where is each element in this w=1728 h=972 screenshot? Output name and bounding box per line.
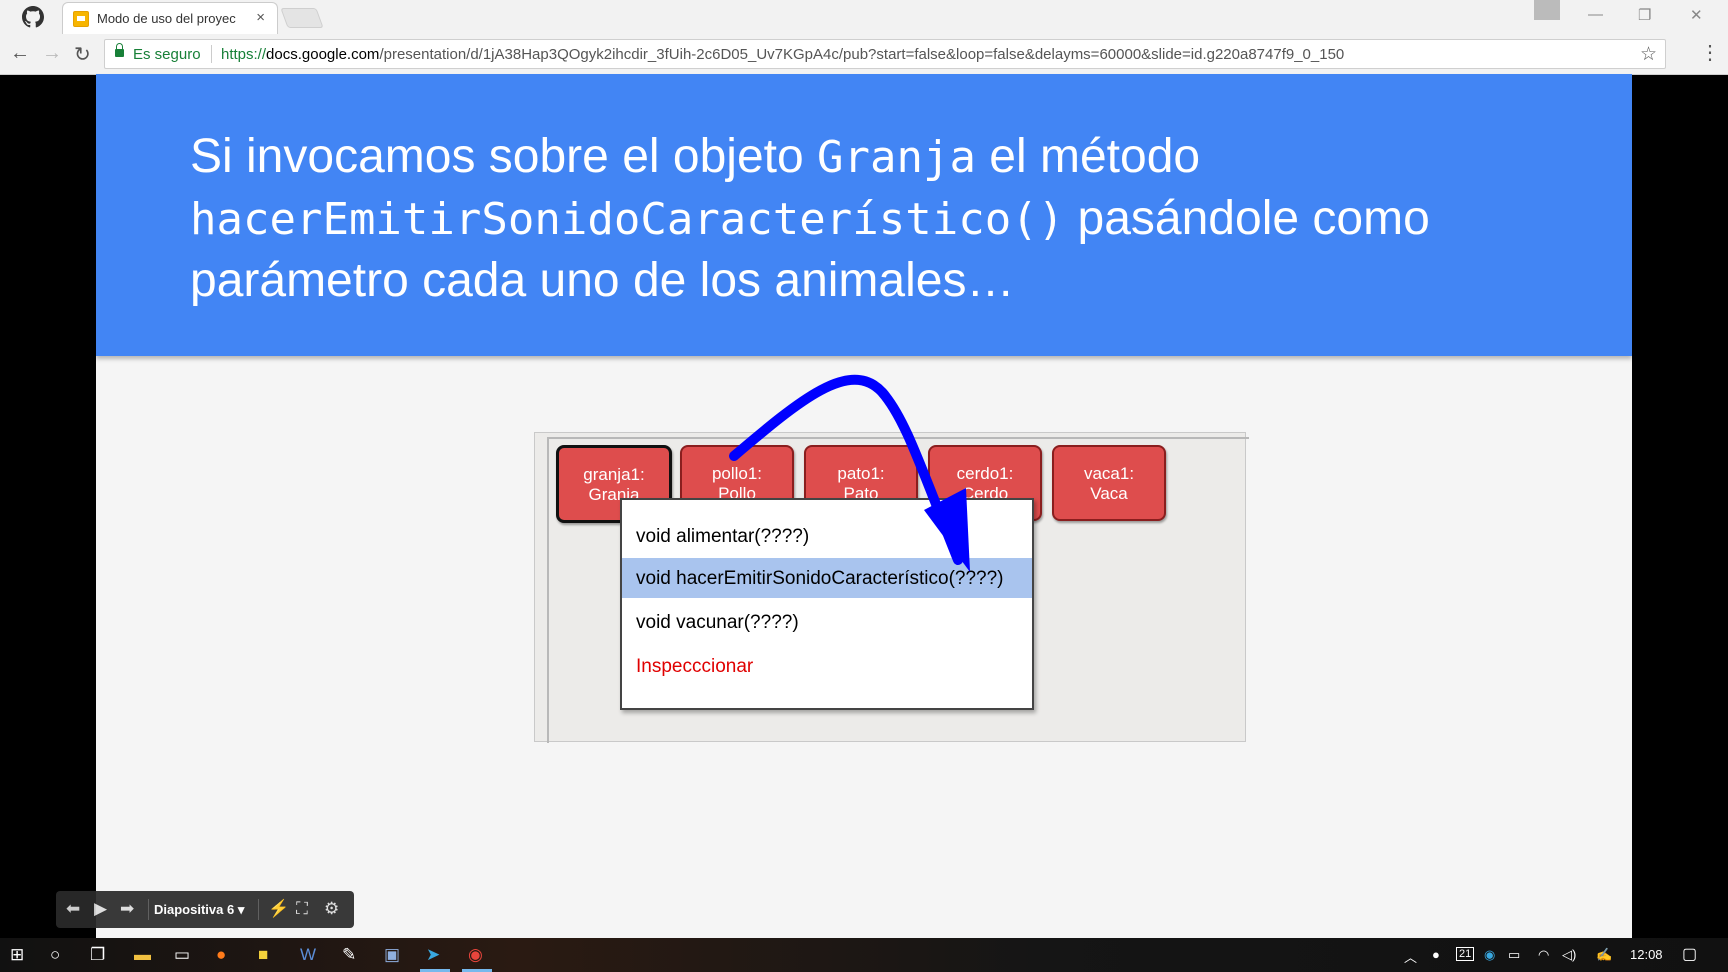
- chrome-menu-icon[interactable]: ⋮: [1700, 40, 1720, 65]
- security-label[interactable]: Es seguro: [133, 46, 201, 63]
- google-slides-icon: [73, 11, 89, 27]
- title-code-method: hacerEmitirSonidoCaracterístico(): [190, 194, 1065, 245]
- telegram-tray-icon[interactable]: ◉: [1484, 947, 1495, 963]
- sticky-notes-icon[interactable]: ■: [258, 945, 268, 965]
- divider: [258, 899, 259, 920]
- windows-start-icon[interactable]: ⊞: [10, 945, 24, 965]
- restore-icon[interactable]: ❐: [1638, 6, 1651, 24]
- new-tab-button[interactable]: [280, 8, 324, 28]
- github-icon[interactable]: [22, 6, 44, 28]
- slide-header: Si invocamos sobre el objeto Granja el m…: [96, 74, 1632, 356]
- object-name: vaca1:: [1083, 464, 1135, 483]
- volume-icon[interactable]: ◁): [1562, 947, 1576, 963]
- tab-strip: Modo de uso del proyec × — ❐ ✕: [0, 0, 1728, 35]
- lock-icon: [115, 43, 124, 57]
- word-icon[interactable]: W: [300, 945, 316, 965]
- slide-title: Si invocamos sobre el objeto Granja el m…: [190, 126, 1590, 311]
- app-icon[interactable]: ✎: [342, 945, 356, 965]
- browser-tab-active[interactable]: Modo de uso del proyec ×: [62, 2, 278, 35]
- laser-pointer-icon[interactable]: ⚡: [268, 899, 289, 919]
- title-text-2: el método: [975, 130, 1201, 183]
- menu-item-inspeccionar[interactable]: Inspecccionar: [622, 646, 1032, 686]
- clock[interactable]: 12:08: [1630, 947, 1663, 962]
- microphone-icon[interactable]: ●: [1432, 947, 1440, 962]
- profile-icon[interactable]: [1534, 0, 1560, 20]
- task-view-icon[interactable]: ❐: [90, 945, 105, 965]
- object-vaca1[interactable]: vaca1: Vaca: [1052, 445, 1166, 521]
- bookmark-star-icon[interactable]: ☆: [1640, 43, 1657, 66]
- menu-item-label: Inspecccionar: [636, 656, 754, 677]
- pen-icon[interactable]: ✍: [1596, 947, 1612, 963]
- play-icon[interactable]: ▶: [94, 899, 107, 919]
- previous-slide-icon[interactable]: ⬅: [66, 899, 80, 919]
- title-text-3: pasándole como: [1064, 192, 1430, 245]
- windows-taskbar: ⊞ ○ ❐ ▬ ▭ ● ■ W ✎ ▣ ➤ ◉ ︿ ● 21 ◉ ▭ ◠ ◁) …: [0, 938, 1728, 972]
- object-name: granja1:: [583, 465, 645, 484]
- bluej-icon[interactable]: ▣: [384, 945, 400, 965]
- calendar-badge[interactable]: 21: [1456, 947, 1475, 961]
- divider: [148, 899, 149, 920]
- settings-gear-icon[interactable]: ⚙: [324, 899, 339, 919]
- wifi-icon[interactable]: ◠: [1538, 947, 1549, 963]
- next-slide-icon[interactable]: ➡: [120, 899, 134, 919]
- menu-item-label: void vacunar(????): [636, 612, 799, 633]
- slide-selector[interactable]: Diapositiva 6 ▾: [154, 902, 244, 918]
- annotation-arrow: [729, 374, 970, 572]
- tab-close-icon[interactable]: ×: [256, 9, 265, 26]
- notifications-icon[interactable]: ▢: [1682, 944, 1697, 964]
- title-code-granja: Granja: [817, 132, 976, 183]
- slide-selector-label: Diapositiva 6: [154, 902, 235, 917]
- battery-icon[interactable]: ▭: [1508, 947, 1520, 963]
- tray-chevron-icon[interactable]: ︿: [1404, 947, 1417, 966]
- cortana-search-icon[interactable]: ○: [50, 945, 60, 965]
- back-arrow-icon[interactable]: ←: [10, 42, 30, 65]
- title-text-1: Si invocamos sobre el objeto: [190, 130, 817, 183]
- address-bar[interactable]: Es seguro https://docs.google.com/presen…: [104, 39, 1666, 69]
- tab-title: Modo de uso del proyec: [97, 11, 236, 26]
- url-scheme: https://: [221, 46, 267, 63]
- file-explorer-icon[interactable]: ▬: [134, 945, 151, 965]
- firefox-icon[interactable]: ●: [216, 945, 226, 965]
- fullscreen-icon[interactable]: ⛶: [296, 899, 308, 919]
- reload-icon[interactable]: ↻: [74, 42, 91, 67]
- arrow-shaft: [729, 374, 963, 565]
- browser-toolbar: ← → ↻ Es seguro https://docs.google.com/…: [0, 34, 1728, 75]
- window-close-icon[interactable]: ✕: [1690, 6, 1703, 24]
- presentation-toolbar: ⬅ ▶ ➡ Diapositiva 6 ▾ ⚡ ⛶ ⚙: [56, 891, 354, 928]
- url-text[interactable]: https://docs.google.com/presentation/d/1…: [221, 46, 1344, 63]
- menu-item-vacunar[interactable]: void vacunar(????): [622, 602, 1032, 642]
- url-host: docs.google.com: [266, 46, 380, 63]
- minimize-icon[interactable]: —: [1588, 6, 1603, 23]
- object-type: Vaca: [1090, 484, 1128, 503]
- forward-arrow-icon[interactable]: →: [42, 42, 62, 65]
- chrome-icon[interactable]: ◉: [468, 945, 483, 965]
- url-path: /presentation/d/1jA38Hap3QOgyk2ihcdir_3f…: [379, 46, 1345, 63]
- terminal-icon[interactable]: ▭: [174, 945, 190, 965]
- divider: [211, 45, 212, 63]
- title-text-4: parámetro cada uno de los animales…: [190, 254, 1015, 307]
- telegram-icon[interactable]: ➤: [426, 945, 440, 965]
